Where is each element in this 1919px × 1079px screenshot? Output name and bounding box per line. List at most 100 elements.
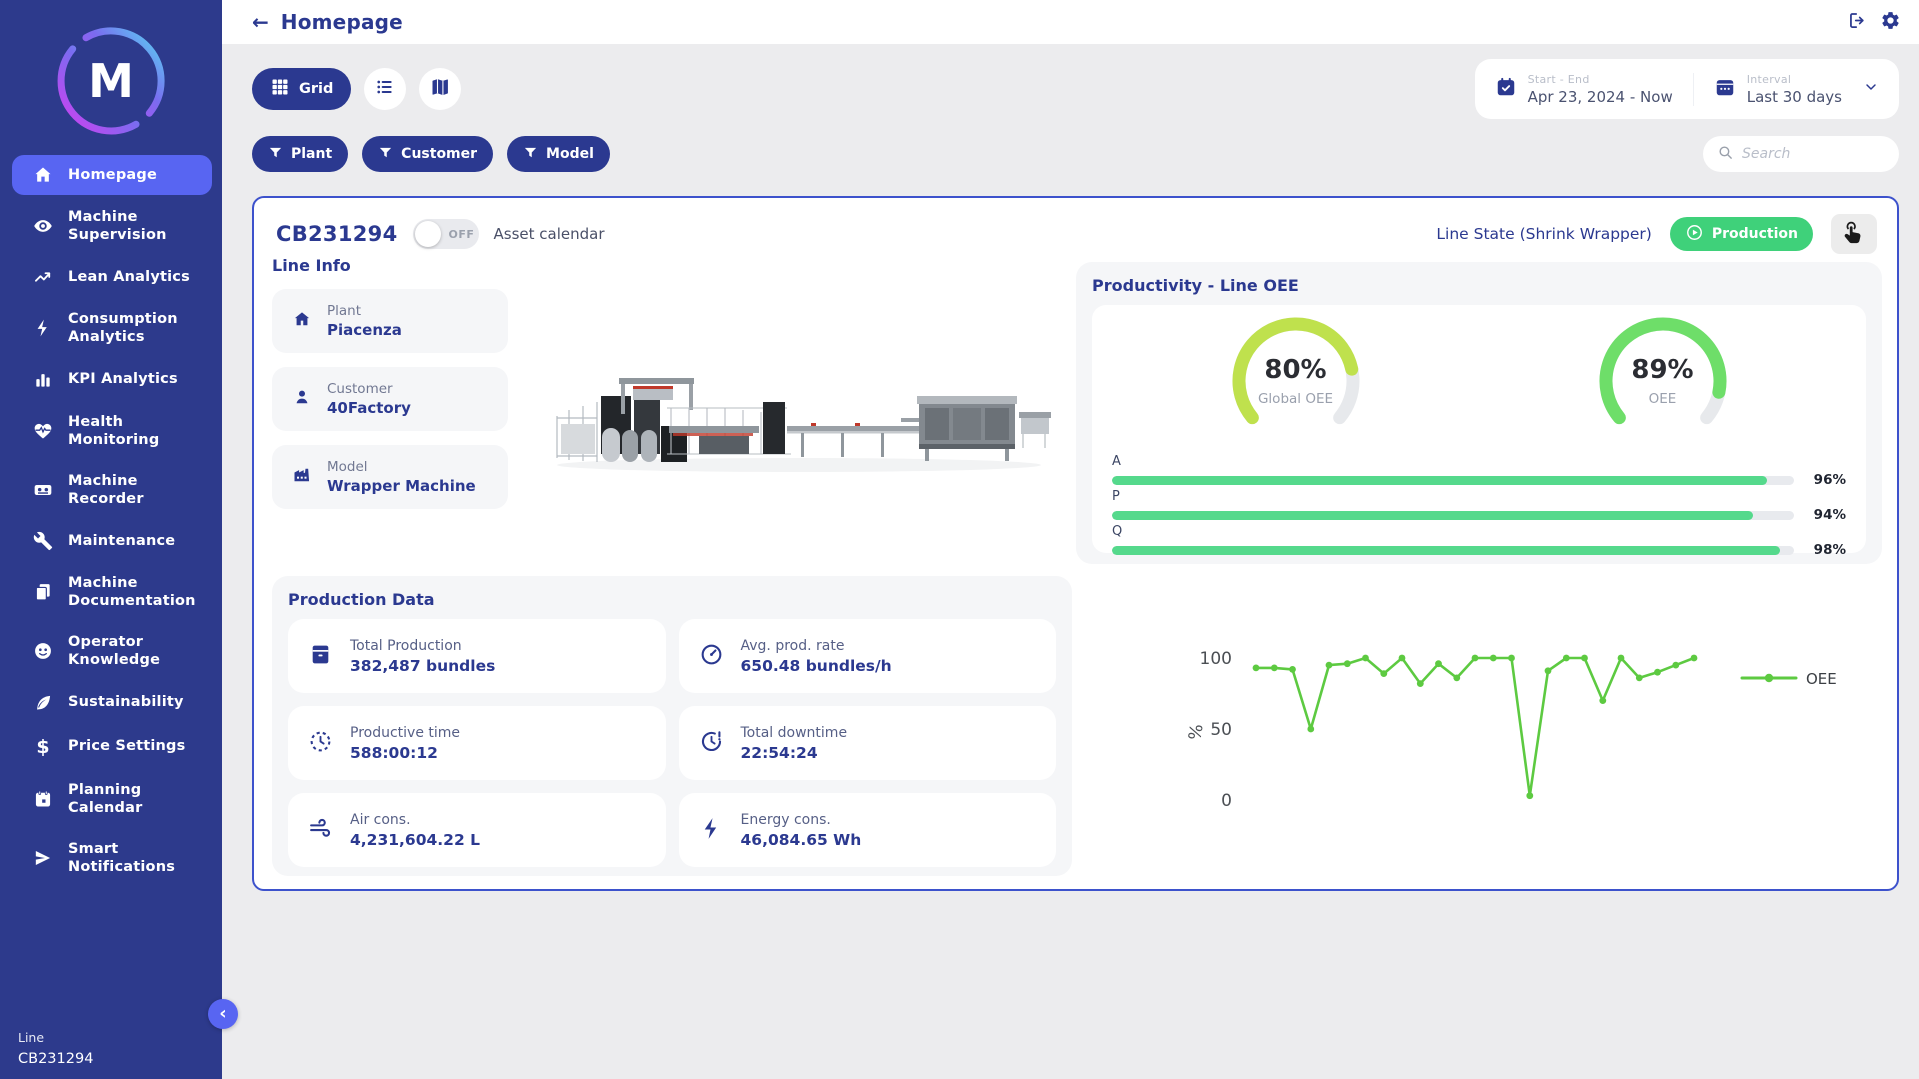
status-badge[interactable]: Production <box>1670 217 1813 251</box>
main-area: Homepage Grid <box>222 0 1919 1079</box>
sidebar-item-label: Machine Documentation <box>68 574 204 610</box>
svg-text:OEE: OEE <box>1806 670 1837 688</box>
date-range-label: Start - End <box>1528 73 1673 86</box>
production-data-section: Production Data Total Production 382,487… <box>272 576 1072 876</box>
global-oee-label: Global OEE <box>1221 391 1371 407</box>
oee-trend-chart: 100500%OEE <box>1104 606 1884 856</box>
date-controls: Start - End Apr 23, 2024 - Now Interval … <box>1475 59 1899 119</box>
plant-value: Piacenza <box>327 321 402 339</box>
filter-customer-button[interactable]: Customer <box>362 136 493 172</box>
search-input[interactable] <box>1742 146 1885 162</box>
interact-button[interactable] <box>1831 214 1877 254</box>
view-grid-button[interactable]: Grid <box>252 68 351 110</box>
sidebar-item-sustainability[interactable]: Sustainability <box>12 683 212 723</box>
avg-prod-rate-card: Avg. prod. rate 650.48 bundles/h <box>679 619 1057 693</box>
logo-icon: M <box>54 24 168 138</box>
energy-consumption-value: 46,084.65 Wh <box>741 831 862 849</box>
sidebar-item-maintenance[interactable]: Maintenance <box>12 521 212 561</box>
status-label: Production <box>1712 226 1798 242</box>
view-list-button[interactable] <box>364 68 406 110</box>
filter-icon <box>523 145 538 164</box>
total-production-value: 382,487 bundles <box>350 657 495 675</box>
air-consumption-label: Air cons. <box>350 812 480 828</box>
sidebar-nav: Homepage Machine Supervision Lean Analyt… <box>0 152 222 889</box>
map-icon <box>430 77 450 101</box>
availability-bar-row: A 96% <box>1112 454 1846 488</box>
model-info-card: Model Wrapper Machine <box>272 445 508 509</box>
sidebar-item-label: Lean Analytics <box>68 268 190 286</box>
date-range-picker[interactable]: Start - End Apr 23, 2024 - Now <box>1475 73 1693 106</box>
speedometer-icon <box>699 642 724 671</box>
toggle-knob <box>415 221 441 247</box>
line-state-label: Line State (Shrink Wrapper) <box>1436 225 1651 243</box>
filter-model-button[interactable]: Model <box>507 136 610 172</box>
play-circle-icon <box>1685 223 1704 246</box>
asset-calendar-toggle[interactable]: OFF <box>413 219 479 249</box>
global-oee-value: 80% <box>1221 355 1371 385</box>
productivity-title: Productivity - Line OEE <box>1092 276 1866 295</box>
sidebar-item-machine-documentation[interactable]: Machine Documentation <box>12 564 212 620</box>
home-icon <box>32 165 54 185</box>
total-production-card: Total Production 382,487 bundles <box>288 619 666 693</box>
content-area: Grid Start - End Apr 23, 2024 - Now <box>222 44 1919 1079</box>
oee-card: 80% Global OEE 89% OEE <box>1092 305 1866 553</box>
sidebar-collapse-button[interactable] <box>208 999 238 1029</box>
calendar-check-icon <box>1495 76 1517 102</box>
gear-icon[interactable] <box>1880 10 1901 35</box>
air-icon <box>308 816 333 845</box>
customer-info-card: Customer 40Factory <box>272 367 508 431</box>
bar-label-q: Q <box>1112 524 1846 539</box>
sidebar-item-label: Maintenance <box>68 532 175 550</box>
model-label: Model <box>327 459 476 475</box>
performance-bar-row: P 94% <box>1112 489 1846 523</box>
logout-icon[interactable] <box>1847 10 1868 35</box>
calendar-interval-icon <box>1714 76 1736 102</box>
plant-info-card: Plant Piacenza <box>272 289 508 353</box>
sidebar-item-kpi-analytics[interactable]: KPI Analytics <box>12 360 212 400</box>
quality-bar-row: Q 98% <box>1112 524 1846 558</box>
sidebar-item-label: Health Monitoring <box>68 413 204 449</box>
total-downtime-card: Total downtime 22:54:24 <box>679 706 1057 780</box>
person-icon <box>292 387 312 411</box>
asset-calendar-label: Asset calendar <box>494 225 605 243</box>
sidebar-item-label: Homepage <box>68 166 157 184</box>
filter-plant-label: Plant <box>291 146 332 162</box>
sidebar-item-label: Machine Recorder <box>68 472 204 508</box>
sidebar-item-label: Price Settings <box>68 737 185 755</box>
customer-value: 40Factory <box>327 399 411 417</box>
view-grid-label: Grid <box>299 81 333 97</box>
sidebar-item-planning-calendar[interactable]: Planning Calendar <box>12 771 212 827</box>
view-map-button[interactable] <box>419 68 461 110</box>
dollar-icon: $ <box>32 736 54 758</box>
sidebar-item-label: Operator Knowledge <box>68 633 204 669</box>
filter-model-label: Model <box>546 146 594 162</box>
production-data-title: Production Data <box>288 590 1056 609</box>
productive-time-value: 588:00:12 <box>350 744 460 762</box>
chevron-down-icon <box>1863 79 1879 99</box>
sidebar-item-operator-knowledge[interactable]: Operator Knowledge <box>12 623 212 679</box>
plant-label: Plant <box>327 303 402 319</box>
sidebar-item-label: KPI Analytics <box>68 370 178 388</box>
sidebar-item-label: Smart Notifications <box>68 840 204 876</box>
sidebar-item-label: Sustainability <box>68 693 184 711</box>
trend-icon <box>32 267 54 287</box>
line-info-title: Line Info <box>272 256 508 275</box>
sidebar-item-smart-notifications[interactable]: Smart Notifications <box>12 830 212 886</box>
interval-select[interactable]: Interval Last 30 days <box>1693 73 1899 106</box>
documents-icon <box>32 582 54 602</box>
sidebar-item-homepage[interactable]: Homepage <box>12 155 212 195</box>
heart-pulse-icon <box>32 421 54 441</box>
sidebar-item-machine-recorder[interactable]: Machine Recorder <box>12 462 212 518</box>
wrench-icon <box>32 531 54 551</box>
sidebar-item-label: Planning Calendar <box>68 781 204 817</box>
sidebar-item-label: Machine Supervision <box>68 208 204 244</box>
sidebar-item-machine-supervision[interactable]: Machine Supervision <box>12 198 212 254</box>
back-arrow-icon[interactable] <box>252 10 269 34</box>
house-icon <box>292 309 312 333</box>
sidebar-item-consumption-analytics[interactable]: Consumption Analytics <box>12 300 212 356</box>
sidebar-item-price-settings[interactable]: $ Price Settings <box>12 726 212 768</box>
filter-plant-button[interactable]: Plant <box>252 136 348 172</box>
sidebar-item-health-monitoring[interactable]: Health Monitoring <box>12 403 212 459</box>
eye-icon <box>32 216 54 236</box>
sidebar-item-lean-analytics[interactable]: Lean Analytics <box>12 257 212 297</box>
